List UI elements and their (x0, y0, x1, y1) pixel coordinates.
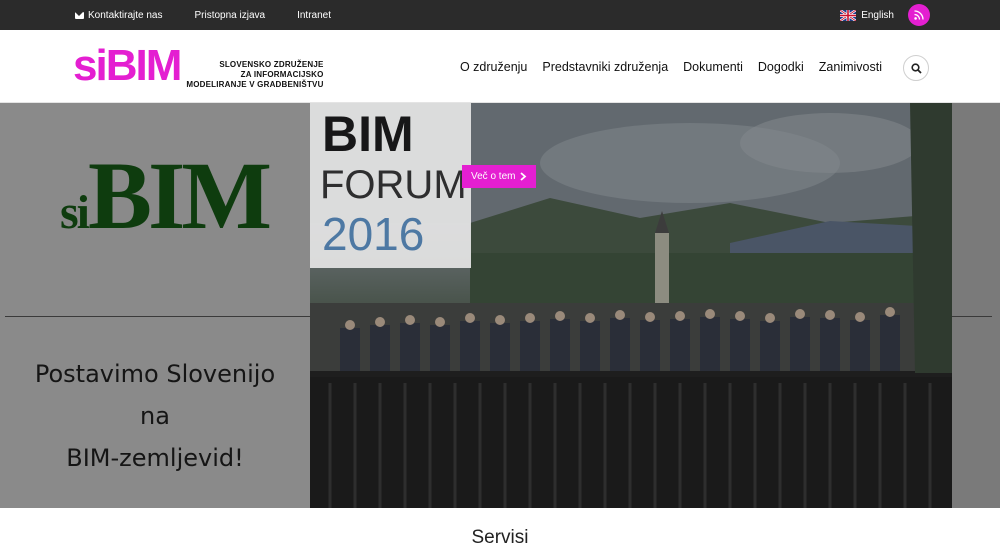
search-icon (910, 62, 922, 74)
logo-wordmark: siBIM (73, 41, 183, 90)
envelope-icon (75, 11, 84, 19)
slogan-line: BIM-zemljevid! (66, 444, 244, 472)
hero-divider (5, 316, 310, 317)
forum-year: 2016 (322, 208, 425, 260)
logo-subtitle-line: ZA INFORMACIJSKO (240, 70, 324, 79)
top-bar: Kontaktirajte nas Pristopna izjava Intra… (0, 0, 1000, 30)
chevron-right-icon (520, 172, 527, 181)
more-info-label: Več o tem (471, 171, 516, 182)
sibim-logo-si: si (60, 186, 90, 239)
contact-link-label: Kontaktirajte nas (88, 9, 163, 21)
nav-item-zanimivosti[interactable]: Zanimivosti (819, 60, 882, 74)
main-nav: O združenju Predstavniki združenja Dokum… (445, 30, 882, 103)
rss-icon (914, 10, 924, 20)
hero-slogan: Postavimo Slovenijo na BIM-zemljevid! (30, 353, 280, 479)
nav-item-predstavniki[interactable]: Predstavniki združenja (542, 60, 668, 74)
hero-left-panel: siBIM Postavimo Slovenijo na BIM-zemljev… (0, 103, 310, 508)
rss-button[interactable] (908, 4, 930, 26)
sibim-logo: siBIM (60, 148, 272, 244)
bim-forum-badge: BIM FORUM 2016 (310, 103, 471, 268)
uk-flag-icon[interactable] (840, 9, 857, 21)
accessibility-link[interactable]: Pristopna izjava (195, 10, 266, 21)
language-link[interactable]: English (861, 10, 894, 21)
nav-item-dogodki[interactable]: Dogodki (758, 60, 804, 74)
services-heading: Servisi (471, 527, 529, 548)
hero-slider[interactable]: siBIM Postavimo Slovenijo na BIM-zemljev… (0, 103, 1000, 508)
logo-subtitle-line: SLOVENSKO ZDRUŽENJE (219, 60, 324, 69)
slogan-line: na (140, 402, 170, 430)
intranet-link[interactable]: Intranet (297, 10, 331, 21)
hero-divider (950, 316, 992, 317)
top-bar-right: English (840, 0, 930, 30)
site-logo[interactable]: siBIM SLOVENSKO ZDRUŽENJE ZA INFORMACIJS… (73, 42, 324, 90)
nav-item-dokumenti[interactable]: Dokumenti (683, 60, 743, 74)
nav-item-o-zdruzenju[interactable]: O združenju (460, 60, 527, 74)
group-photo: BIM FORUM 2016 (310, 103, 952, 508)
forum-title: BIM (322, 106, 414, 162)
logo-subtitle-line: MODELIRANJE V GRADBENIŠTVU (186, 80, 324, 89)
sibim-logo-bim: BIM (88, 142, 272, 249)
search-button[interactable] (903, 55, 929, 81)
logo-subtitle: SLOVENSKO ZDRUŽENJE ZA INFORMACIJSKO MOD… (186, 60, 323, 90)
contact-link[interactable]: Kontaktirajte nas (75, 10, 163, 21)
top-bar-links: Kontaktirajte nas Pristopna izjava Intra… (75, 0, 363, 30)
slogan-line: Postavimo Slovenijo (34, 360, 276, 388)
logo-bim: BIM (105, 41, 183, 90)
forum-subtitle: FORUM (320, 163, 467, 207)
logo-si: si (73, 41, 108, 90)
site-header: siBIM SLOVENSKO ZDRUŽENJE ZA INFORMACIJS… (0, 30, 1000, 103)
more-info-button[interactable]: Več o tem (462, 165, 537, 188)
